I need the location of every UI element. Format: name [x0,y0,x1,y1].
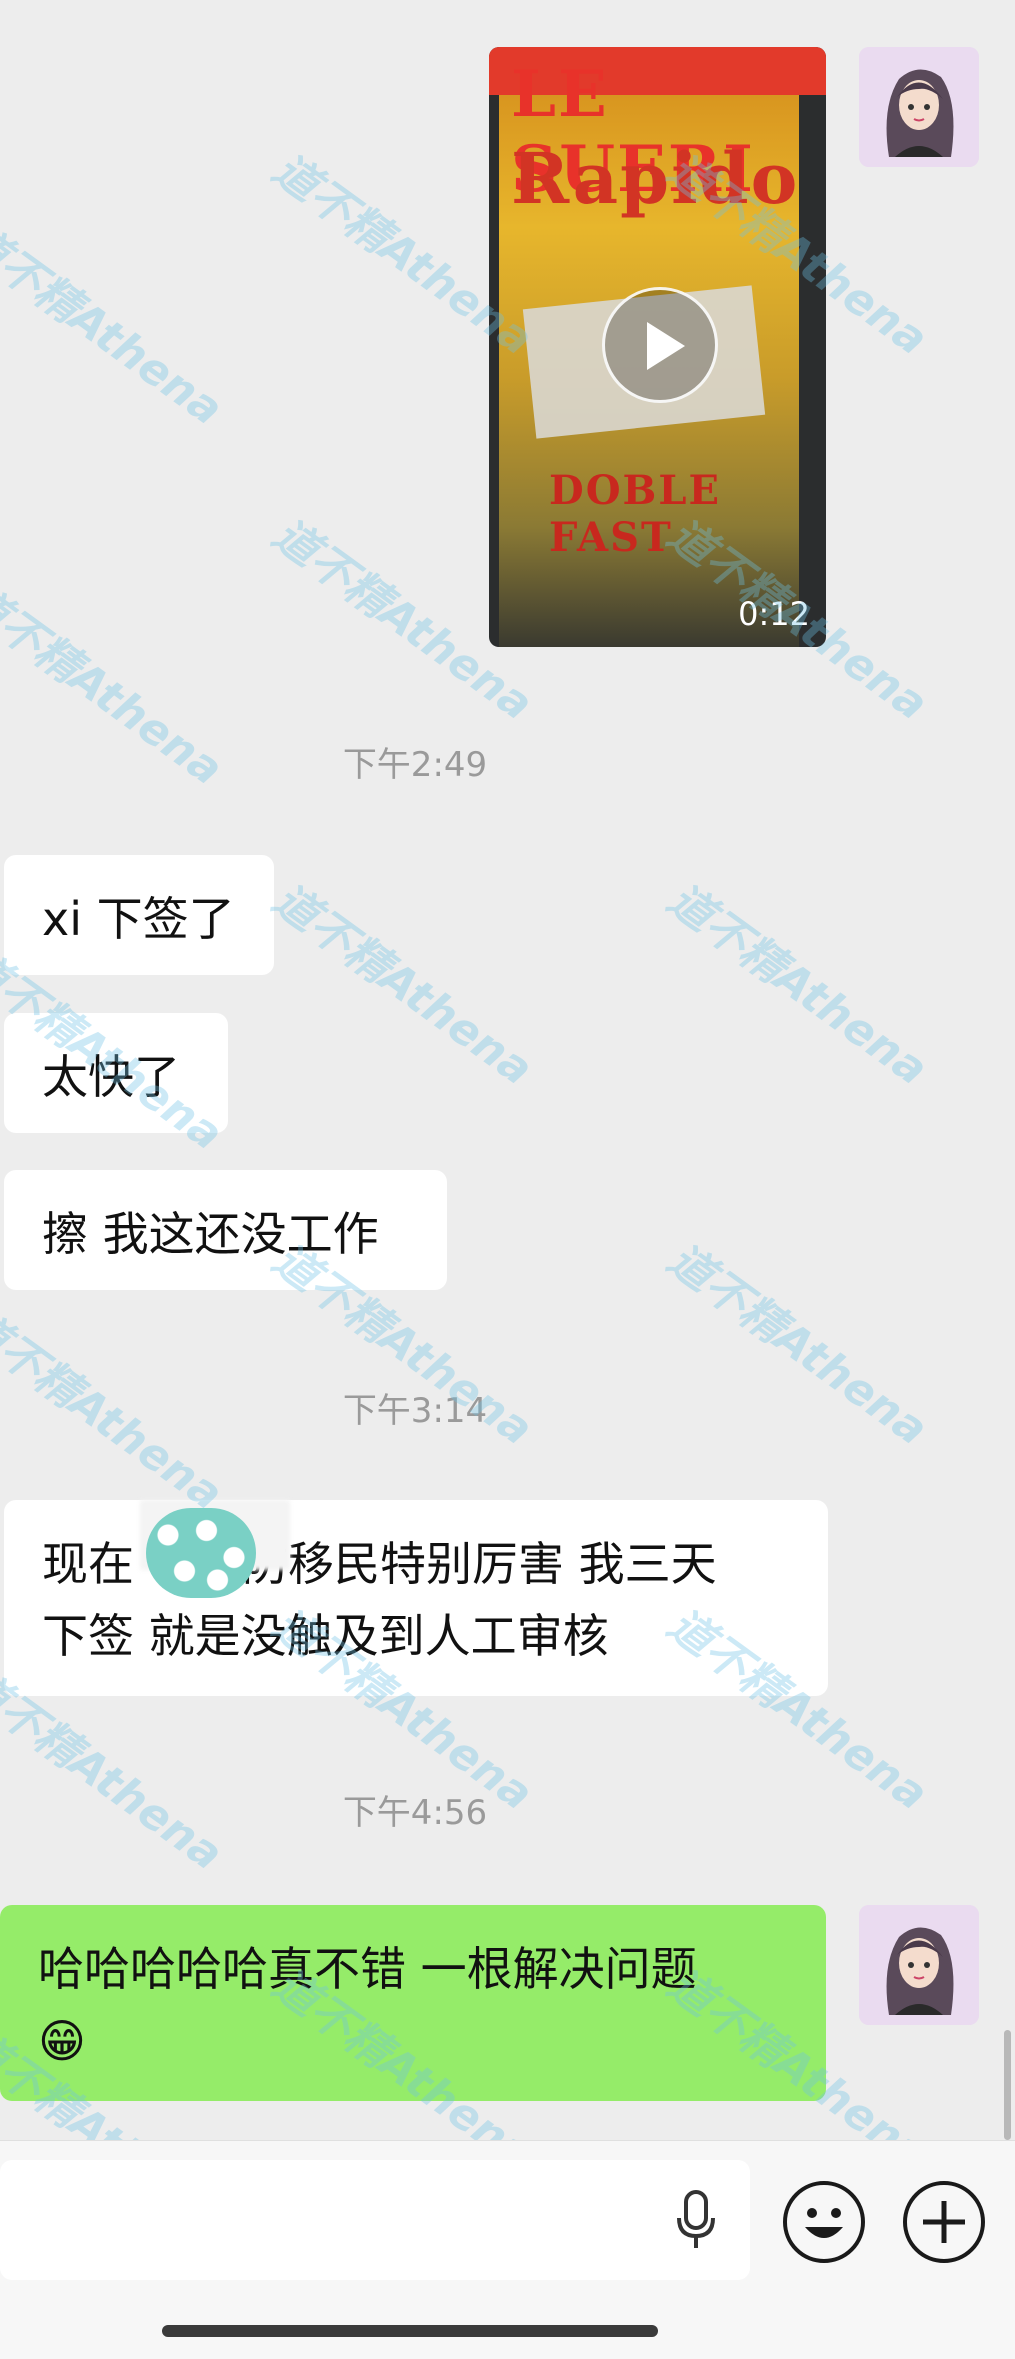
timestamp: 下午4:56 [342,1793,488,1833]
avatar-illustration [859,1905,979,2025]
timestamp: 下午3:14 [342,1391,488,1431]
thumbnail-text: Rapido [511,137,800,220]
my-avatar-top[interactable] [859,47,979,167]
message-bubble-received[interactable]: xi 下签了 [4,855,274,975]
video-duration: 0:12 [738,595,810,633]
message-bubble-sent[interactable]: 哈哈哈哈哈真不错 一根解决问题 😁 [0,1905,826,2101]
message-text: 太快了 [42,1050,180,1104]
polka-dot-sticker [146,1508,256,1598]
home-indicator[interactable] [162,2325,658,2337]
timestamp: 下午2:49 [342,745,488,785]
message-input[interactable] [0,2160,750,2280]
microphone-icon[interactable] [676,2190,716,2252]
grinning-emoji: 😁 [38,2014,86,2068]
watermark: 道不精Athena [263,873,542,1096]
smiley-icon[interactable] [783,2181,865,2263]
message-text: xi 下签了 [42,892,235,946]
watermark: 道不精Athena [0,213,232,436]
thumbnail-text: DOBLE FAST [549,467,721,561]
message-bubble-received[interactable]: 现在 防移民特别厉害 我三天 下签 就是没触及到人工审核 [4,1500,828,1696]
message-text: 哈哈哈哈哈真不错 一根解决问题 [38,1942,697,1996]
my-avatar-bottom[interactable] [859,1905,979,2025]
avatar-illustration [859,47,979,167]
message-text: 防移民特别厉害 我三天 [242,1537,717,1591]
message-bubble-received[interactable]: 太快了 [4,1013,228,1133]
message-text: 现在 [42,1537,134,1591]
video-message[interactable]: LE SUERI Rapido DOBLE FAST 0:12 [489,47,826,647]
message-bubble-received[interactable]: 擦 我这还没工作 [4,1170,447,1290]
play-icon[interactable] [602,287,718,403]
watermark: 道不精Athena [658,873,937,1096]
message-text: 下签 就是没触及到人工审核 [42,1609,609,1663]
message-text: 擦 我这还没工作 [42,1207,379,1261]
scrollbar[interactable] [1004,2030,1011,2140]
plus-circle-icon[interactable] [903,2181,985,2263]
